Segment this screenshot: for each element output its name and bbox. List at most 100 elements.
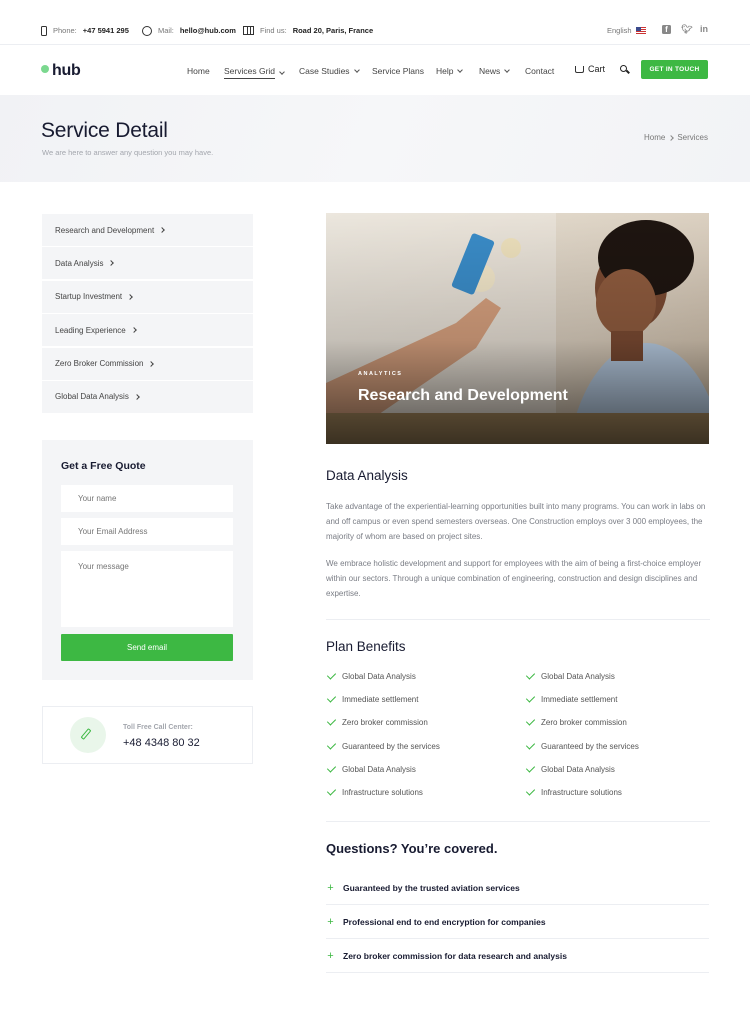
mail-info: Mail: hello@hub.com [142,26,236,36]
benefit-item: Global Data Analysis [326,670,416,681]
services-sidebar: Research and Development Data Analysis S… [42,214,253,414]
quote-form-title: Get a Free Quote [61,460,146,472]
sidebar-item-leading[interactable]: Leading Experience [42,314,253,347]
top-info-bar: Phone: +47 5941 295 Mail: hello@hub.com … [0,0,750,45]
chevron-right-icon [148,360,155,367]
call-center-label: Toll Free Call Center: [123,724,193,731]
name-field[interactable] [61,485,233,512]
data-analysis-paragraph-2: We embrace holistic development and supp… [326,559,702,599]
page-header: Service Detail We are here to answer any… [0,95,750,182]
cart-icon [575,65,584,73]
mail-icon [142,26,152,36]
chevron-right-icon [108,260,115,267]
data-analysis-paragraph-1: Take advantage of the experiential-learn… [326,502,706,542]
nav-help-label: Help [436,66,454,76]
sidebar-item-global-data[interactable]: Global Data Analysis [42,380,253,413]
breadcrumb-home[interactable]: Home [644,133,665,142]
email-field[interactable] [61,518,233,545]
nav-case-studies[interactable]: Case Studies [299,66,360,76]
benefit-item: Guaranteed by the services [326,740,440,751]
sidebar-item-label: Startup Investment [55,292,123,302]
main-navigation: hub Home Services Grid Case Studies Serv… [0,45,750,95]
nav-contact-label: Contact [525,66,555,76]
check-icon [326,786,337,796]
sidebar-item-label: Research and Development [55,225,155,235]
page-title: Service Detail [41,119,168,142]
get-in-touch-button[interactable]: GET IN TOUCH [641,60,708,79]
benefit-label: Global Data Analysis [342,672,416,681]
facebook-icon[interactable]: f [662,25,671,34]
send-email-button[interactable]: Send email [61,634,233,661]
chevron-right-icon [127,293,133,300]
chevron-right-icon [130,327,137,334]
benefit-label: Guaranteed by the services [541,742,639,751]
data-analysis-title: Data Analysis [326,468,408,483]
check-icon [525,693,536,703]
benefit-item: Infrastructure solutions [326,786,423,797]
benefit-item: Global Data Analysis [525,670,615,681]
sidebar-item-label: Global Data Analysis [55,392,129,402]
language-selector[interactable]: English [607,26,646,35]
mail-value[interactable]: hello@hub.com [180,27,236,35]
linkedin-icon[interactable]: in [700,25,708,34]
benefit-label: Guaranteed by the services [342,742,440,751]
sidebar-item-label: Zero Broker Commission [55,359,144,369]
nav-service-plans-label: Service Plans [372,66,424,76]
check-icon [525,763,536,773]
benefit-item: Zero broker commission [525,716,627,727]
benefit-item: Global Data Analysis [525,763,615,774]
address-value: Road 20, Paris, France [292,25,374,35]
chevron-right-icon [159,227,166,233]
benefit-label: Zero broker commission [342,718,428,727]
logo-text: hub [52,62,81,79]
search-icon[interactable] [620,65,627,72]
chevron-down-icon [279,68,285,75]
sidebar-item-startup[interactable]: Startup Investment [42,280,253,313]
phone-value[interactable]: +47 5941 295 [83,27,129,35]
us-flag-icon [635,27,646,34]
call-center-box: Toll Free Call Center: +48 4348 80 32 [42,706,253,764]
faq-question: Zero broker commission for data research… [343,950,567,961]
chevron-down-icon [457,67,464,73]
plus-icon: + [327,881,334,894]
logo[interactable]: hub [41,62,81,80]
benefit-item: Zero broker commission [326,716,428,727]
nav-contact[interactable]: Contact [525,66,554,76]
map-icon [243,26,254,35]
benefit-label: Immediate settlement [342,695,419,704]
sidebar-item-data-analysis[interactable]: Data Analysis [42,247,253,280]
sidebar-item-zero-broker[interactable]: Zero Broker Commission [42,347,253,380]
phone-icon [41,26,47,36]
faq-question: Guaranteed by the trusted aviation servi… [343,882,520,893]
faq-question: Professional end to end encryption for c… [343,916,546,927]
message-field[interactable] [61,551,233,627]
call-icon-circle [70,717,106,753]
breadcrumb-services: Services [677,133,708,142]
faq-item[interactable]: + Professional end to end encryption for … [326,905,709,939]
address-label: Find us: [260,25,287,35]
faq-item[interactable]: + Guaranteed by the trusted aviation serv… [326,871,709,905]
pencil-icon [80,728,92,740]
benefit-label: Global Data Analysis [342,765,416,774]
language-label: English [607,26,632,35]
nav-help[interactable]: Help [436,66,464,76]
benefit-label: Infrastructure solutions [541,788,622,797]
page-subtitle: We are here to answer any question you m… [42,148,214,157]
twitter-icon[interactable]: 🐦︎ [681,25,692,34]
benefit-label: Zero broker commission [541,718,627,727]
cart-link[interactable]: Cart [575,64,605,74]
benefit-label: Immediate settlement [541,695,618,704]
nav-news[interactable]: News [479,66,511,76]
nav-services-grid[interactable]: Services Grid [224,66,285,79]
check-icon [326,763,337,773]
feature-title: Research and Development [358,387,568,404]
nav-services-grid-label: Services Grid [224,66,276,79]
nav-home[interactable]: Home [187,66,210,76]
faq-item[interactable]: + Zero broker commission for data researc… [326,939,709,973]
nav-case-studies-label: Case Studies [299,66,350,76]
call-center-number[interactable]: +48 4348 80 32 [123,737,200,749]
faq-title: Questions? You’re covered. [326,841,498,856]
breadcrumb: Home Services [644,133,708,142]
sidebar-item-research[interactable]: Research and Development [42,214,253,246]
nav-service-plans[interactable]: Service Plans [372,66,424,76]
